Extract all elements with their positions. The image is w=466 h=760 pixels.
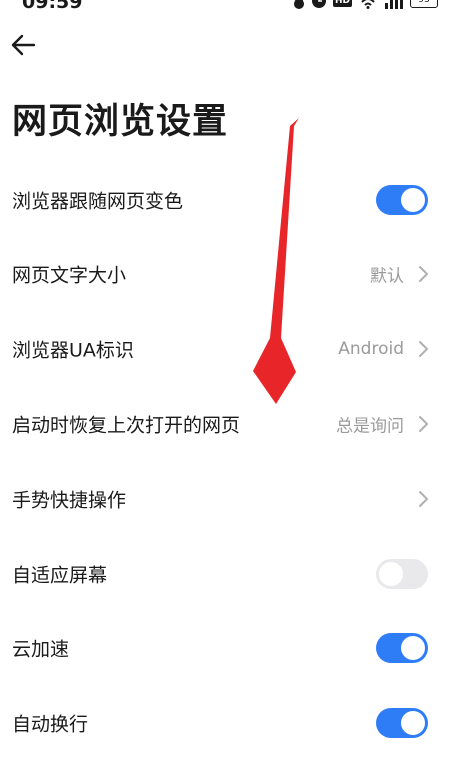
settings-screen: 09:59 HD 93 网页浏览设置 浏览器跟随网页变色 网页文字大小 默认 浏… (0, 0, 466, 760)
toggle-knob (401, 636, 425, 660)
setting-label: 浏览器跟随网页变色 (12, 190, 184, 213)
setting-row-cloud-acceleration[interactable]: 云加速 (0, 613, 466, 683)
setting-label: 网页文字大小 (12, 264, 127, 287)
status-icons: HD 93 (293, 0, 438, 9)
auto-wrap-toggle[interactable] (376, 708, 428, 738)
setting-value: 默认 (370, 266, 404, 287)
setting-row-gestures[interactable]: 手势快捷操作 (0, 464, 466, 534)
droplet-icon (293, 0, 304, 9)
toggle-knob (401, 188, 425, 212)
toggle-knob (401, 711, 425, 735)
setting-label: 浏览器UA标识 (12, 339, 134, 362)
setting-row-auto-wrap[interactable]: 自动换行 (0, 688, 466, 758)
setting-value: Android (338, 339, 404, 359)
hd-badge: HD (332, 0, 352, 7)
toggle-knob (379, 562, 403, 586)
setting-label: 手势快捷操作 (12, 489, 127, 512)
page-title: 网页浏览设置 (12, 102, 229, 142)
clock-icon (311, 0, 326, 8)
setting-row-restore-pages[interactable]: 启动时恢复上次打开的网页 总是询问 (0, 389, 466, 459)
cloud-acceleration-toggle[interactable] (376, 633, 428, 663)
setting-label: 启动时恢复上次打开的网页 (12, 414, 241, 437)
wifi-icon (361, 0, 375, 9)
setting-label: 自适应屏幕 (12, 564, 108, 587)
battery-icon: 93 (410, 0, 438, 8)
setting-label: 云加速 (12, 638, 70, 661)
chevron-right-icon (419, 341, 428, 357)
arrow-left-icon (11, 34, 36, 56)
chevron-right-icon (419, 491, 428, 507)
signal-icon (385, 0, 403, 9)
chevron-right-icon (419, 416, 428, 432)
setting-row-fit-screen[interactable]: 自适应屏幕 (0, 539, 466, 609)
setting-value: 总是询问 (336, 416, 404, 437)
battery-level: 93 (418, 0, 430, 5)
back-button[interactable] (8, 30, 38, 60)
setting-row-text-size[interactable]: 网页文字大小 默认 (0, 239, 466, 309)
status-bar: 09:59 HD 93 (0, 0, 466, 14)
status-time: 09:59 (22, 0, 83, 13)
fit-screen-toggle[interactable] (376, 559, 428, 589)
chevron-right-icon (419, 266, 428, 282)
follow-page-color-toggle[interactable] (376, 185, 428, 215)
setting-row-follow-page-color[interactable]: 浏览器跟随网页变色 (0, 165, 466, 235)
setting-row-ua[interactable]: 浏览器UA标识 Android (0, 314, 466, 384)
setting-label: 自动换行 (12, 713, 89, 736)
